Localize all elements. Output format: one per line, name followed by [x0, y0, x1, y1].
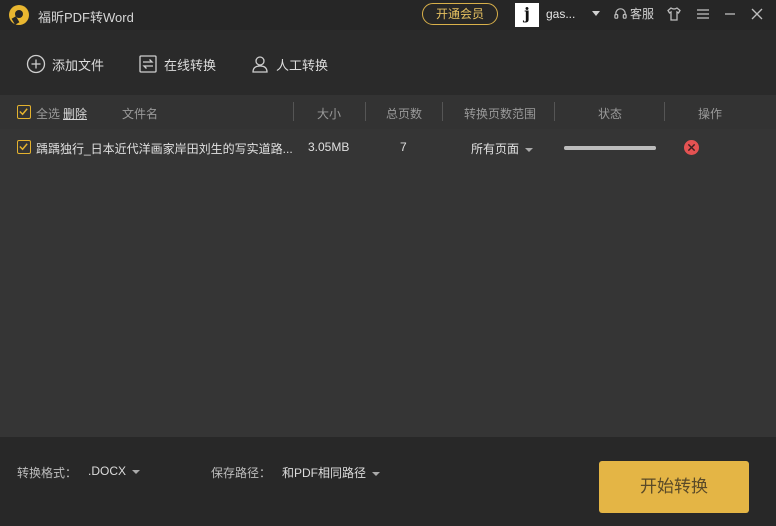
tshirt-icon [667, 7, 681, 21]
manual-convert-label: 人工转换 [276, 57, 329, 73]
footer-bar: 转换格式： .DOCX 保存路径： 和PDF相同路径 开始转换 [0, 437, 776, 526]
header-page-range: 转换页数范围 [464, 107, 537, 121]
close-icon [751, 8, 763, 20]
column-divider [554, 102, 555, 121]
skin-button[interactable] [664, 4, 684, 24]
format-value: .DOCX [88, 464, 127, 478]
delete-link[interactable]: 删除 [63, 105, 87, 122]
online-convert-button[interactable]: 在线转换 [138, 54, 216, 74]
start-convert-button[interactable]: 开始转换 [599, 461, 749, 513]
hamburger-menu-icon [697, 9, 709, 19]
chevron-down-icon [525, 147, 534, 152]
open-membership-button[interactable]: 开通会员 [422, 3, 498, 25]
save-path-dropdown[interactable]: 和PDF相同路径 [282, 464, 381, 481]
table-row[interactable]: 踽踽独行_日本近代洋画家岸田刘生的写实道路... 3.05MB 7 所有页面 [0, 129, 776, 165]
header-pages: 总页数 [386, 107, 423, 121]
add-file-button[interactable]: 添加文件 [26, 54, 104, 74]
app-logo-icon [9, 5, 29, 25]
conversion-progress-bar [564, 146, 656, 150]
checkmark-icon [19, 108, 28, 116]
header-size: 大小 [317, 107, 342, 121]
header-status: 状态 [598, 107, 623, 121]
remove-file-button[interactable] [684, 140, 699, 155]
checkmark-icon [19, 143, 28, 151]
chevron-down-icon [132, 469, 141, 474]
header-filename: 文件名 [122, 107, 159, 121]
progress-fill [564, 146, 656, 150]
close-button[interactable] [747, 4, 767, 24]
column-divider [365, 102, 366, 121]
convert-arrows-icon [139, 55, 157, 73]
column-divider [442, 102, 443, 121]
user-menu-chevron-down-icon[interactable] [592, 11, 600, 16]
add-file-label: 添加文件 [52, 57, 105, 73]
page-range-value: 所有页面 [471, 142, 520, 156]
header-action: 操作 [698, 107, 723, 121]
column-divider [664, 102, 665, 121]
row-filename: 踽踽独行_日本近代洋画家岸田刘生的写实道路... [36, 142, 293, 156]
title-bar: 福昕PDF转Word 开通会员 j gas... 客服 [0, 0, 776, 30]
close-icon [687, 143, 696, 152]
manual-convert-button[interactable]: 人工转换 [250, 54, 328, 74]
plus-circle-icon [26, 54, 46, 74]
save-path-label: 保存路径： [211, 466, 272, 480]
column-divider [293, 102, 294, 121]
username-label[interactable]: gas... [546, 7, 575, 21]
page-range-dropdown[interactable]: 所有页面 [471, 140, 534, 157]
format-dropdown[interactable]: .DOCX [88, 464, 141, 478]
chevron-down-icon [372, 471, 381, 476]
person-icon [252, 56, 268, 73]
customer-service-button[interactable]: 客服 [613, 5, 654, 22]
customer-service-label: 客服 [630, 7, 655, 21]
row-pages: 7 [400, 140, 407, 154]
row-size: 3.05MB [308, 140, 350, 154]
headset-icon [614, 8, 627, 19]
toolbar: 添加文件 在线转换 人工转换 [0, 30, 776, 95]
row-checkbox[interactable] [17, 140, 31, 154]
user-avatar[interactable]: j [515, 3, 539, 27]
app-title: 福昕PDF转Word [38, 10, 134, 25]
minimize-icon [725, 13, 735, 15]
select-all-checkbox[interactable] [17, 105, 31, 119]
online-convert-label: 在线转换 [164, 57, 217, 73]
format-label: 转换格式： [17, 466, 78, 480]
minimize-button[interactable] [720, 4, 740, 24]
file-table-header: 全选 删除 文件名 大小 总页数 转换页数范围 状态 操作 [0, 95, 776, 129]
file-list: 踽踽独行_日本近代洋画家岸田刘生的写实道路... 3.05MB 7 所有页面 [0, 129, 776, 437]
select-all-label[interactable]: 全选 [36, 105, 60, 122]
save-path-value: 和PDF相同路径 [282, 466, 367, 480]
menu-button[interactable] [693, 4, 713, 24]
